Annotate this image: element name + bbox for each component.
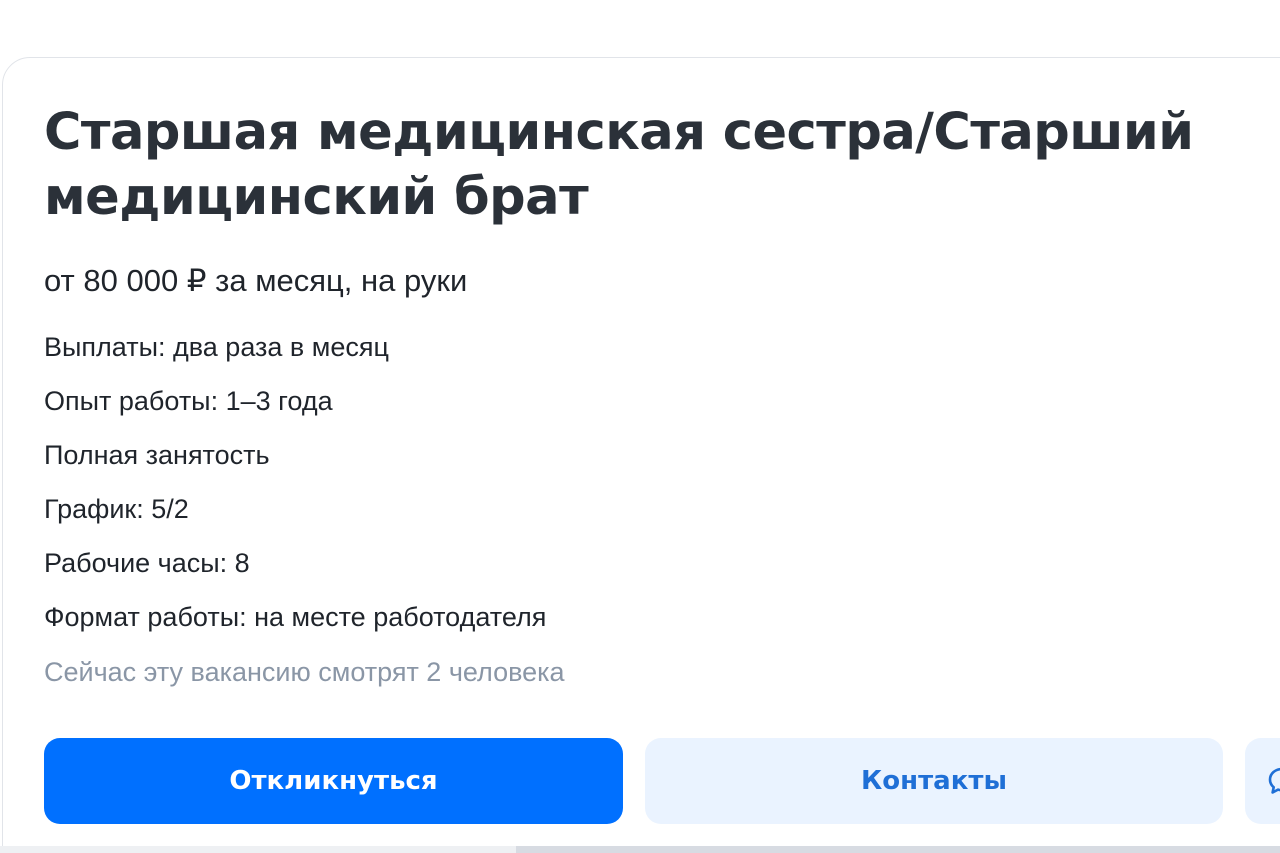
fact-experience: Опыт работы: 1–3 года bbox=[44, 386, 333, 416]
salary: от 80 000 ₽ за месяц, на руки bbox=[44, 263, 468, 298]
bottom-strip bbox=[0, 846, 1280, 853]
vacancy-facts-list: Выплаты: два раза в месяц Опыт работы: 1… bbox=[44, 330, 546, 654]
bottom-strip-shade bbox=[516, 846, 1280, 853]
vacancy-title: Старшая медицинская сестра/Старший медиц… bbox=[44, 100, 1280, 230]
contacts-button[interactable]: Контакты bbox=[645, 738, 1223, 824]
fact-work-format: Формат работы: на месте работодателя bbox=[44, 602, 547, 632]
vacancy-title-line-1: Старшая медицинская сестра/Старший bbox=[44, 103, 1194, 162]
respond-button[interactable]: Откликнуться bbox=[44, 738, 623, 824]
chat-button[interactable] bbox=[1245, 738, 1280, 824]
fact-working-hours: Рабочие часы: 8 bbox=[44, 548, 250, 578]
fact-payments: Выплаты: два раза в месяц bbox=[44, 332, 389, 362]
chat-icon bbox=[1268, 767, 1280, 794]
fact-schedule: График: 5/2 bbox=[44, 494, 189, 524]
fact-employment: Полная занятость bbox=[44, 440, 270, 470]
page: Старшая медицинская сестра/Старший медиц… bbox=[0, 0, 1280, 853]
viewers-count: Сейчас эту вакансию смотрят 2 человека bbox=[44, 657, 565, 687]
vacancy-title-line-2: медицинский брат bbox=[44, 168, 589, 227]
